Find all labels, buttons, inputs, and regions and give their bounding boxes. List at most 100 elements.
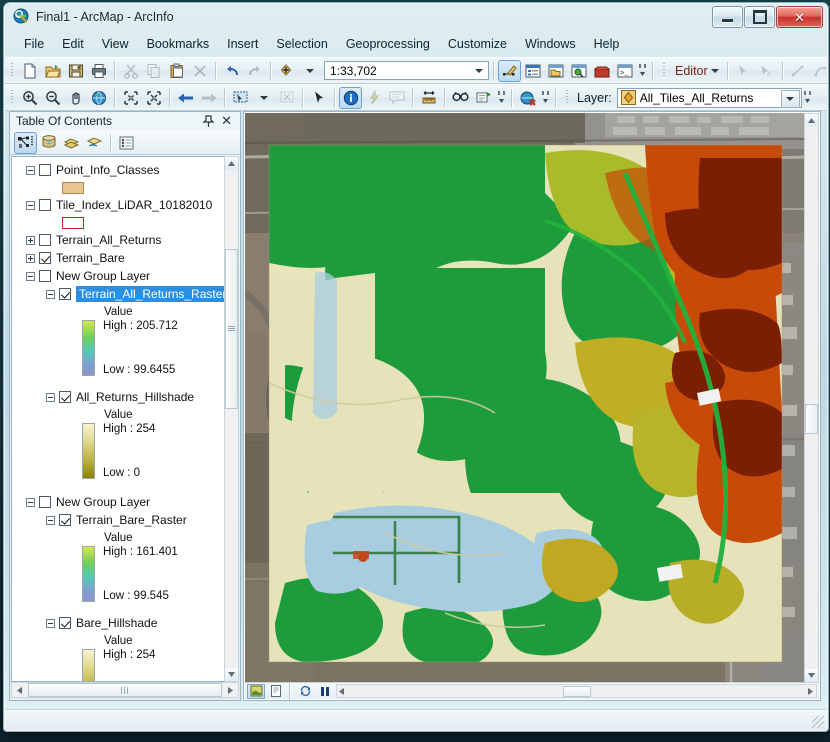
editor-toolbar-icon[interactable] [498, 59, 521, 82]
identify-icon[interactable] [339, 86, 362, 109]
select-features-dropdown[interactable] [252, 87, 275, 109]
menu-customize[interactable]: Customize [439, 34, 516, 54]
map-horizontal-scrollbar[interactable] [336, 684, 817, 698]
toc-group-row[interactable]: New Group Layer [26, 493, 224, 511]
toc-layer-row-selected[interactable]: Terrain_All_Returns_Raster [46, 285, 224, 303]
paste-icon[interactable] [165, 60, 188, 82]
close-button[interactable]: ✕ [776, 6, 823, 28]
menu-insert[interactable]: Insert [218, 34, 267, 54]
curve-segment-icon[interactable] [810, 60, 830, 82]
refresh-icon[interactable] [296, 684, 314, 699]
pause-drawing-icon[interactable] [316, 684, 334, 699]
expand-toggle[interactable] [26, 253, 35, 263]
toc-group-row[interactable]: New Group Layer [26, 267, 224, 285]
menu-view[interactable]: View [93, 34, 138, 54]
add-data-icon[interactable] [275, 60, 298, 82]
layout-view-button[interactable] [267, 684, 285, 699]
viewer-overflow-button[interactable] [539, 87, 551, 109]
cut-icon[interactable] [119, 60, 142, 82]
toc-layer-row[interactable]: Terrain_Bare [26, 249, 224, 267]
scroll-down-arrow[interactable] [225, 668, 238, 681]
tools-overflow-button[interactable] [495, 87, 507, 109]
collapse-toggle[interactable] [26, 497, 35, 507]
menu-file[interactable]: File [15, 34, 53, 54]
fixed-zoom-out-icon[interactable] [142, 87, 165, 109]
scroll-down-arrow[interactable] [805, 669, 818, 682]
print-icon[interactable] [87, 60, 110, 82]
menu-help[interactable]: Help [585, 34, 629, 54]
collapse-toggle[interactable] [26, 165, 35, 175]
options-icon[interactable] [115, 132, 138, 154]
toc-layer-row[interactable]: Terrain_Bare_Raster [46, 511, 224, 529]
resize-grip[interactable] [812, 716, 824, 728]
layer-combo[interactable]: All_Tiles_All_Returns [616, 87, 802, 108]
data-view-button[interactable] [247, 683, 265, 699]
collapse-toggle[interactable] [46, 289, 55, 299]
scroll-thumb[interactable] [562, 685, 591, 697]
minimize-button[interactable] [712, 6, 743, 28]
scroll-right-arrow[interactable] [223, 683, 238, 697]
toc-layer-row[interactable]: Tile_Index_LiDAR_10182010 [26, 196, 224, 214]
edit-annotation-icon[interactable]: A [755, 60, 778, 82]
layer-overflow-button[interactable] [802, 87, 814, 109]
maximize-button[interactable] [744, 6, 775, 28]
layer-visibility-checkbox[interactable] [39, 252, 51, 264]
collapse-toggle[interactable] [46, 515, 55, 525]
menu-selection[interactable]: Selection [267, 34, 336, 54]
add-data-dropdown[interactable] [298, 60, 321, 82]
toc-layer-row[interactable]: Point_Info_Classes [26, 161, 224, 179]
tools-toolbar-grip[interactable] [8, 88, 16, 107]
edit-tool-icon[interactable] [732, 60, 755, 82]
map-canvas[interactable] [245, 113, 804, 683]
map-vertical-scrollbar[interactable] [804, 113, 819, 683]
menu-windows[interactable]: Windows [516, 34, 585, 54]
open-folder-icon[interactable] [41, 60, 64, 82]
list-by-selection-icon[interactable] [83, 132, 106, 154]
time-slider-icon[interactable] [516, 87, 539, 109]
zoom-out-icon[interactable] [41, 87, 64, 109]
scroll-thumb[interactable] [805, 404, 818, 434]
layer-visibility-checkbox[interactable] [59, 617, 71, 629]
measure-icon[interactable] [417, 87, 440, 109]
fixed-zoom-in-icon[interactable] [119, 87, 142, 109]
toc-layer-row[interactable]: All_Returns_Hillshade [46, 388, 224, 406]
catalog-icon[interactable] [544, 60, 567, 82]
layer-visibility-checkbox[interactable] [39, 199, 51, 211]
go-to-xy-icon[interactable] [472, 87, 495, 109]
layer-visibility-checkbox[interactable] [59, 391, 71, 403]
toc-layer-row[interactable]: Bare_Hillshade [46, 614, 224, 632]
editor-menu-button[interactable]: Editor [670, 64, 711, 78]
layer-combo-dropdown[interactable] [780, 89, 800, 108]
copy-icon[interactable] [142, 60, 165, 82]
layer-visibility-checkbox[interactable] [59, 514, 71, 526]
scroll-thumb[interactable] [225, 249, 238, 409]
collapse-toggle[interactable] [26, 271, 35, 281]
scroll-right-arrow[interactable] [808, 687, 813, 695]
toc-vertical-scrollbar[interactable] [224, 156, 239, 682]
full-extent-icon[interactable] [87, 87, 110, 109]
list-by-visibility-icon[interactable] [60, 132, 83, 154]
menu-geoprocessing[interactable]: Geoprocessing [337, 34, 439, 54]
pin-icon[interactable] [203, 115, 214, 128]
toc-layer-row[interactable]: Terrain_All_Returns [26, 231, 224, 249]
go-back-extent-icon[interactable] [174, 87, 197, 109]
collapse-toggle[interactable] [46, 618, 55, 628]
new-document-icon[interactable] [18, 60, 41, 82]
find-icon[interactable] [449, 87, 472, 109]
pan-icon[interactable] [64, 87, 87, 109]
straight-segment-icon[interactable] [787, 60, 810, 82]
layer-visibility-checkbox[interactable] [39, 270, 51, 282]
scroll-thumb[interactable] [28, 683, 222, 697]
clear-selection-icon[interactable] [275, 87, 298, 109]
expand-toggle[interactable] [26, 235, 35, 245]
list-by-source-icon[interactable] [37, 132, 60, 154]
toolbar-overflow-button[interactable] [636, 60, 648, 82]
map-scale-combo[interactable]: 1:33,702 [324, 61, 489, 80]
layer-visibility-checkbox[interactable] [39, 496, 51, 508]
toc-horizontal-scrollbar[interactable] [11, 682, 239, 698]
zoom-in-icon[interactable] [18, 87, 41, 109]
undo-icon[interactable] [220, 60, 243, 82]
layer-visibility-checkbox[interactable] [39, 234, 51, 246]
toolbox-icon[interactable] [590, 60, 613, 82]
scroll-left-arrow[interactable] [12, 683, 27, 697]
